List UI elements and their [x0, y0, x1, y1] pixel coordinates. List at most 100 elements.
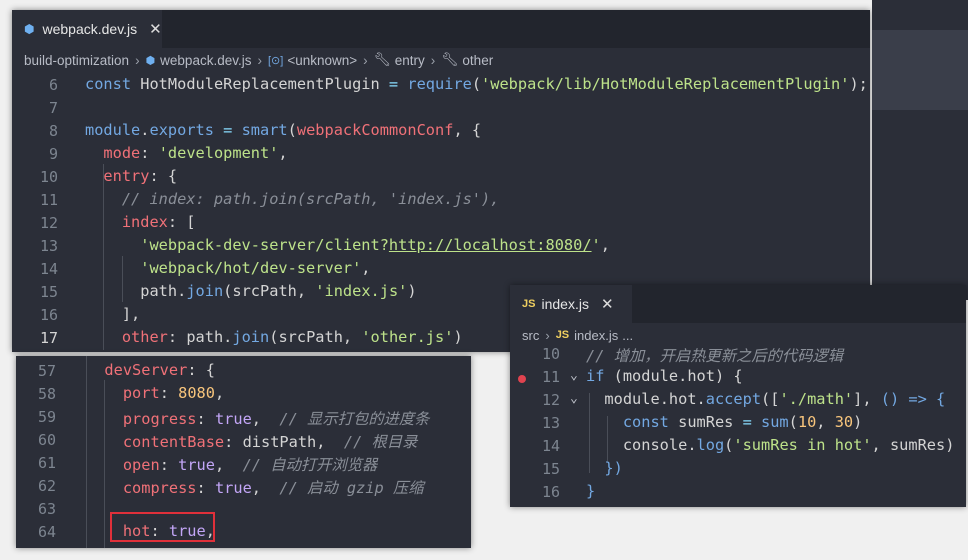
breadcrumb-item[interactable]: src [522, 328, 539, 343]
code-token: path [186, 328, 224, 346]
code-token: entry [85, 167, 150, 185]
code-line[interactable]: compress: true, // 启动 gzip 压缩 [86, 476, 424, 498]
code-token: srcPath [232, 282, 297, 300]
code-token: sum [761, 413, 789, 431]
code-line[interactable]: path.join(srcPath, 'index.js') [85, 282, 416, 300]
code-token: true [214, 479, 252, 497]
code-token: other [85, 328, 168, 346]
code-token: console [586, 436, 688, 454]
code-line[interactable]: // index: path.join(srcPath, 'index.js')… [85, 190, 500, 208]
code-token: webpackCommonConf [296, 121, 454, 139]
code-line[interactable]: progress: true, // 显示打包的进度条 [86, 407, 430, 429]
code-line[interactable]: contentBase: distPath, // 根目录 [86, 430, 418, 452]
code-line[interactable]: entry: { [85, 167, 177, 185]
line-number: 10 [541, 345, 560, 363]
js-file-icon: JS [555, 329, 570, 341]
code-token: ( [788, 413, 798, 431]
code-token: : [159, 456, 179, 474]
line-number: 57 [37, 362, 56, 380]
code-line[interactable]: const HotModuleReplacementPlugin = requi… [85, 75, 868, 93]
code-line[interactable]: module.hot.accept(['./math'], () => { [586, 390, 945, 408]
breadcrumb-item[interactable]: build-optimization [24, 53, 129, 68]
code-token: srcPath [278, 328, 343, 346]
code-area[interactable]: ⌄ ⌄ 10// 增加，开启热更新之后的代码逻辑 11 if (module.hot… [510, 344, 966, 507]
code-token: ( [724, 436, 734, 454]
code-line[interactable]: 'webpack/hot/dev-server', [85, 259, 370, 277]
code-token: progress [86, 410, 197, 428]
code-line[interactable]: 'webpack-dev-server/client?http://localh… [85, 236, 610, 254]
code-token: 'webpack/hot/dev-server' [85, 259, 362, 277]
code-token: . [659, 390, 669, 408]
breadcrumb-item[interactable]: other [462, 53, 493, 68]
line-number: 15 [541, 460, 560, 478]
code-line[interactable]: if (module.hot) { [586, 367, 743, 385]
code-line[interactable]: }) [586, 459, 622, 477]
code-token: module [586, 390, 660, 408]
breadcrumb-item[interactable]: entry [395, 53, 425, 68]
code-line[interactable]: devServer: { [86, 361, 215, 379]
line-number: 13 [541, 414, 560, 432]
code-token: compress [86, 479, 197, 497]
js-file-icon: JS [522, 298, 536, 310]
code-token: 'index.js' [315, 282, 408, 300]
code-token: , [816, 413, 835, 431]
code-line[interactable]: } [586, 482, 595, 500]
code-token: : [159, 384, 179, 402]
line-number: 12 [541, 391, 560, 409]
code-token: true [214, 410, 252, 428]
line-number: 14 [39, 260, 58, 278]
code-line[interactable]: other: path.join(srcPath, 'other.js') [85, 328, 463, 346]
code-line[interactable]: console.log('sumRes in hot', sumRes) [586, 436, 955, 454]
code-token: path [85, 282, 178, 300]
code-token: , [871, 436, 890, 454]
code-line[interactable]: port: 8080, [86, 384, 224, 402]
code-line[interactable]: open: true, // 自动打开浏览器 [86, 453, 377, 475]
code-token: : [167, 328, 187, 346]
tab-index-js[interactable]: JS index.js ✕ [510, 285, 632, 323]
code-token: 'webpack/lib/HotModuleReplacementPlugin' [481, 75, 850, 93]
tab-bar: JS index.js ✕ [510, 285, 966, 323]
code-token: exports [149, 121, 214, 139]
code-token: // 启动 gzip 压缩 [279, 479, 424, 497]
code-token: smart [241, 121, 288, 139]
code-line[interactable]: ], [85, 305, 140, 323]
editor-index-js: JS index.js ✕ src › JS index.js ... ⌄ ⌄ … [510, 285, 966, 507]
breadcrumb-item[interactable]: <unknown> [287, 53, 357, 68]
tab-webpack-dev-js[interactable]: ⬢ webpack.dev.js ✕ [12, 10, 162, 48]
code-token: accept [705, 390, 762, 408]
code-token: true [178, 456, 215, 474]
breadcrumb: build-optimization › ⬢ webpack.dev.js › … [12, 48, 870, 72]
code-token: require [407, 75, 472, 93]
close-icon[interactable]: ✕ [601, 295, 614, 313]
breadcrumb-item[interactable]: webpack.dev.js [160, 53, 251, 68]
code-token: ) [853, 413, 863, 431]
code-token: = [733, 413, 762, 431]
code-token: ([ [761, 390, 780, 408]
code-token: devServer [86, 361, 188, 379]
code-token: const [586, 413, 679, 431]
chevron-down-icon[interactable]: ⌄ [570, 391, 578, 406]
breadcrumb-item[interactable]: index.js [574, 328, 618, 343]
code-token: http://localhost:8080/ [388, 236, 592, 254]
breadcrumb-item[interactable]: ... [622, 328, 633, 343]
code-token: // index: path.join(srcPath, 'index.js')… [85, 190, 500, 208]
code-line[interactable]: mode: 'development', [85, 144, 287, 162]
code-token: log [696, 436, 725, 454]
code-line[interactable]: index: [ [85, 213, 196, 231]
code-line[interactable]: const sumRes = sum(10, 30) [586, 413, 863, 431]
code-token: . [223, 328, 233, 346]
code-token: // 根目录 [343, 433, 418, 451]
line-number: 12 [39, 214, 58, 232]
minimap[interactable] [872, 0, 968, 300]
code-token: module [85, 121, 141, 139]
chevron-down-icon[interactable]: ⌄ [570, 368, 578, 383]
hot-highlight-box [110, 512, 215, 542]
code-token: distPath [242, 433, 317, 451]
code-token: . [696, 390, 706, 408]
code-token: , [600, 236, 610, 254]
minimap-slider[interactable] [872, 30, 968, 110]
code-line[interactable]: // 增加，开启热更新之后的代码逻辑 [586, 344, 843, 366]
code-line[interactable]: module.exports = smart(webpackCommonConf… [85, 121, 481, 139]
close-icon[interactable]: ✕ [149, 20, 162, 38]
code-token: . [678, 367, 688, 385]
